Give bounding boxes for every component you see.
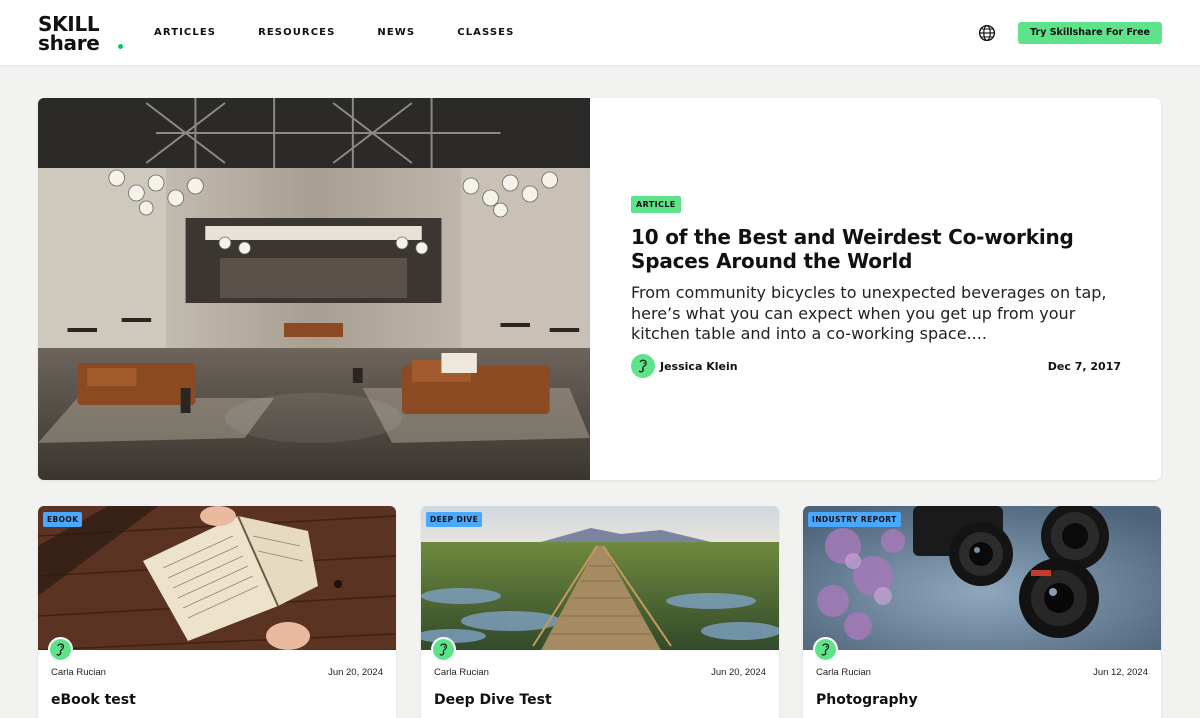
face-sketch-icon: [56, 643, 64, 656]
logo-line-2: share: [38, 30, 100, 55]
card-date: Jun 12, 2024: [1093, 667, 1148, 678]
try-free-button[interactable]: Try Skillshare For Free: [1018, 21, 1162, 44]
site-header: SKILL share ARTICLES RESOURCES NEWS CLAS…: [0, 0, 1200, 66]
featured-article-excerpt: From community bicycles to unexpected be…: [631, 283, 1107, 343]
article-card-ebook[interactable]: EBOOK Carla Rucian Jun 20, 2024 eBook te…: [38, 506, 396, 718]
nav-classes[interactable]: CLASSES: [457, 27, 514, 38]
publish-date: Dec 7, 2017: [1047, 359, 1121, 373]
ebook-tag: EBOOK: [43, 512, 83, 527]
article-card-industry-report[interactable]: INDUSTRY REPORT Carla Rucian Jun 12, 202…: [803, 506, 1161, 718]
card-title[interactable]: Photography: [816, 692, 918, 708]
featured-article-title[interactable]: 10 of the Best and Weirdest Co-working S…: [631, 225, 1121, 273]
face-sketch-icon: [638, 359, 647, 373]
card-date: Jun 20, 2024: [328, 667, 383, 678]
card-meta: Carla Rucian Jun 20, 2024: [51, 667, 383, 678]
main-nav: ARTICLES RESOURCES NEWS CLASSES: [154, 27, 556, 38]
card-meta: Carla Rucian Jun 20, 2024: [434, 667, 766, 678]
logo-dot: [118, 43, 123, 49]
nav-resources[interactable]: RESOURCES: [258, 27, 335, 38]
card-author[interactable]: Carla Rucian: [434, 667, 489, 678]
avatar: [48, 637, 73, 662]
deep-dive-tag: DEEP DIVE: [426, 512, 483, 527]
card-title[interactable]: eBook test: [51, 692, 136, 708]
card-meta: Carla Rucian Jun 12, 2024: [816, 667, 1148, 678]
nav-news[interactable]: NEWS: [377, 27, 415, 38]
featured-article-card[interactable]: ARTICLE 10 of the Best and Weirdest Co-w…: [38, 98, 1161, 480]
cameras-image: [803, 506, 1161, 650]
nav-articles[interactable]: ARTICLES: [154, 27, 216, 38]
card-date: Jun 20, 2024: [711, 667, 766, 678]
avatar: [431, 637, 456, 662]
header-actions: Try Skillshare For Free: [978, 21, 1162, 44]
article-tag: ARTICLE: [631, 196, 681, 213]
open-book-image: [38, 506, 396, 650]
article-card-deep-dive[interactable]: DEEP DIVE Carla Rucian Jun 20, 2024 Deep…: [421, 506, 779, 718]
card-title[interactable]: Deep Dive Test: [434, 692, 552, 708]
card-author[interactable]: Carla Rucian: [816, 667, 871, 678]
featured-article-body: ARTICLE 10 of the Best and Weirdest Co-w…: [590, 98, 1161, 480]
featured-article-meta: Jessica Klein Dec 7, 2017: [631, 354, 1121, 378]
face-sketch-icon: [821, 643, 829, 656]
skillshare-logo[interactable]: SKILL share: [38, 12, 124, 56]
face-sketch-icon: [439, 643, 447, 656]
card-author[interactable]: Carla Rucian: [51, 667, 106, 678]
avatar: [631, 354, 655, 378]
globe-icon[interactable]: [978, 24, 996, 42]
avatar: [813, 637, 838, 662]
boardwalk-landscape-image: [421, 506, 779, 650]
industry-report-tag: INDUSTRY REPORT: [808, 512, 901, 527]
author-name[interactable]: Jessica Klein: [660, 360, 738, 373]
coworking-hall-image[interactable]: [38, 98, 590, 480]
